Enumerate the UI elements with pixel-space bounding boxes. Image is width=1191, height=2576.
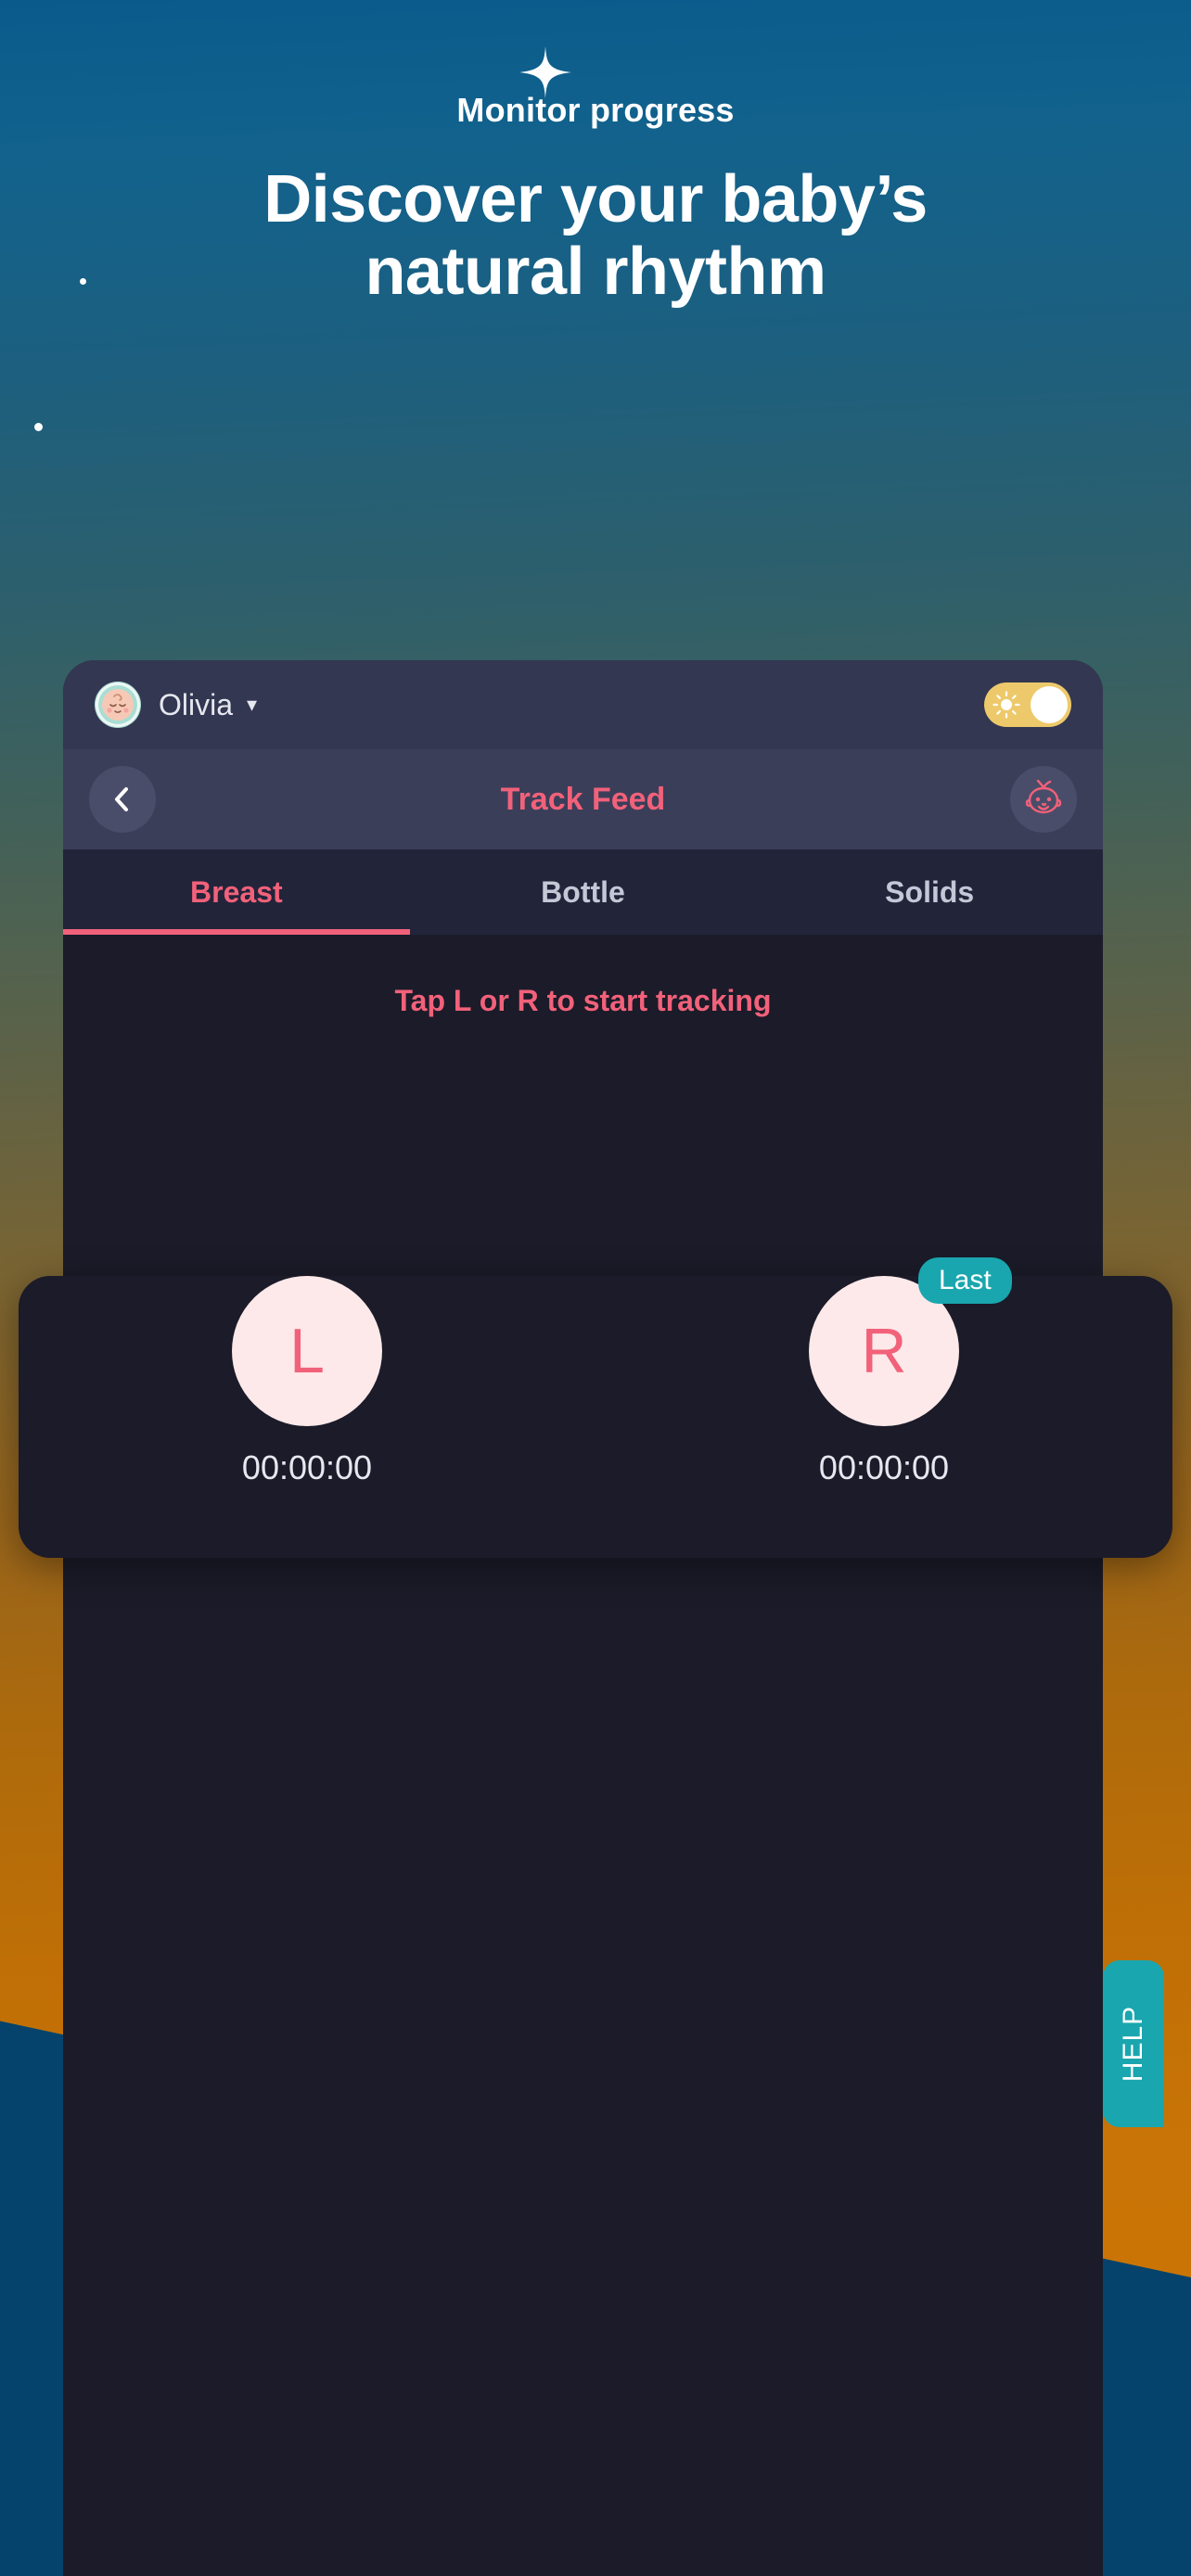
right-label: R xyxy=(861,1316,907,1386)
left-breast-button[interactable]: L xyxy=(232,1276,382,1426)
tracker-right[interactable]: R Last 00:00:00 xyxy=(596,1257,1172,1558)
promo-headline-line2: natural rhythm xyxy=(365,234,826,309)
sleeping-baby-avatar xyxy=(95,682,141,728)
help-tab-label: HELP xyxy=(1118,2005,1148,2083)
chevron-down-icon[interactable]: ▾ xyxy=(247,695,257,715)
sun-icon xyxy=(992,691,1020,719)
tab-bottle[interactable]: Bottle xyxy=(410,849,757,935)
decor-dot-2 xyxy=(34,423,43,431)
profile-name: Olivia xyxy=(159,687,234,721)
promo-background: Monitor progress Discover your baby’s na… xyxy=(0,0,1191,2576)
promo-headline-line1: Discover your baby’s xyxy=(263,161,928,236)
tracking-hint: Tap L or R to start tracking xyxy=(394,984,772,1017)
profile-switcher[interactable]: Olivia ▾ xyxy=(95,682,257,728)
app-topbar: Olivia ▾ xyxy=(63,660,1103,749)
left-timer: 00:00:00 xyxy=(241,1448,373,1486)
tracker-left[interactable]: L 00:00:00 xyxy=(19,1276,596,1558)
feed-type-tabs: Breast Bottle Solids xyxy=(63,849,1103,935)
breast-tracker-card: L 00:00:00 R Last 00:00:00 xyxy=(19,1257,1172,1558)
right-breast-button[interactable]: R Last xyxy=(809,1257,1012,1426)
promo-headline: Discover your baby’s natural rhythm xyxy=(46,161,1145,309)
phone-mockup: Olivia ▾ Track Feed Breast Bottle Solids… xyxy=(63,660,1103,2576)
day-night-toggle[interactable] xyxy=(984,682,1071,727)
last-side-badge: Last xyxy=(918,1257,1012,1304)
page-title: Track Feed xyxy=(500,781,666,817)
tab-solids[interactable]: Solids xyxy=(756,849,1103,935)
left-label: L xyxy=(289,1316,325,1386)
app-content: Tap L or R to start tracking xyxy=(63,935,1103,2576)
help-tab-button[interactable]: HELP xyxy=(1103,1960,1164,2127)
app-navbar: Track Feed xyxy=(63,749,1103,849)
promo-eyebrow: Monitor progress xyxy=(456,91,735,129)
right-timer: 00:00:00 xyxy=(818,1448,950,1486)
tab-breast[interactable]: Breast xyxy=(63,849,410,935)
promo-copy: Monitor progress Discover your baby’s na… xyxy=(0,89,1191,308)
toggle-knob xyxy=(1031,686,1068,723)
